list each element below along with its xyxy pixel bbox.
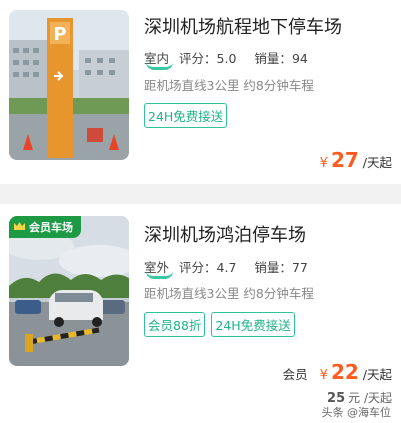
sales: 销量：77 (254, 260, 316, 275)
currency-symbol: ¥ (319, 156, 328, 171)
parking-card[interactable]: P 深圳机场航程地下停车场 室内 评分：5.0 销量：94 距机场直线3公里 约8分… (0, 0, 401, 184)
feature-tag: 24H免费接送 (211, 312, 295, 337)
sales-value: 77 (291, 260, 308, 275)
crown-icon (13, 221, 26, 234)
price-unit: /天起 (362, 367, 392, 382)
price-unit: /天起 (362, 155, 392, 170)
feature-tag: 会员88折 (144, 312, 206, 337)
badge-label: 会员车场 (29, 221, 73, 234)
svg-text:P: P (53, 24, 66, 45)
distance-info: 距机场直线3公里 约8分钟车程 (144, 286, 314, 301)
member-price-label: 会员 (282, 367, 308, 382)
sales-value: 94 (291, 51, 308, 66)
sales-label: 销量： (254, 51, 292, 66)
parking-photo: 会员车场 (9, 216, 129, 366)
parking-title[interactable]: 深圳机场航程地下停车场 (144, 13, 342, 39)
price: ¥ 27 /天起 (320, 148, 392, 172)
distance-info: 距机场直线3公里 约8分钟车程 (144, 78, 314, 93)
price-amount: 27 (330, 148, 359, 172)
parking-type: 室外 (144, 257, 174, 279)
feature-tags: 会员88折 24H免费接送 (144, 312, 295, 337)
card-separator (0, 184, 401, 204)
parking-title[interactable]: 深圳机场鸿泊停车场 (144, 221, 306, 247)
price-amount: 22 (330, 360, 359, 384)
rating-label: 评分： (179, 260, 217, 275)
rating: 评分：4.7 (179, 260, 245, 275)
parking-photo: P (9, 10, 129, 160)
rating: 评分：5.0 (179, 51, 245, 66)
parking-type: 室内 (144, 48, 174, 70)
feature-tags: 24H免费接送 (144, 103, 228, 128)
rating-label: 评分： (179, 51, 217, 66)
sales: 销量：94 (254, 51, 316, 66)
rating-value: 4.7 (216, 260, 237, 275)
currency-symbol: ¥ (319, 368, 328, 383)
watermark: 头条 @海车位 (321, 406, 392, 419)
parking-meta: 室外 评分：4.7 销量：77 (144, 257, 326, 279)
price: 会员 ¥ 22 /天起 (283, 360, 392, 384)
parking-meta: 室内 评分：5.0 销量：94 (144, 48, 326, 70)
parking-card[interactable]: 会员车场 深圳机场鸿泊停车场 室外 评分：4.7 销量：77 距机场直线3公里 约8… (0, 204, 401, 423)
sales-label: 销量： (254, 260, 292, 275)
member-parking-badge: 会员车场 (9, 216, 81, 238)
rating-value: 5.0 (216, 51, 237, 66)
feature-tag: 24H免费接送 (144, 103, 228, 128)
